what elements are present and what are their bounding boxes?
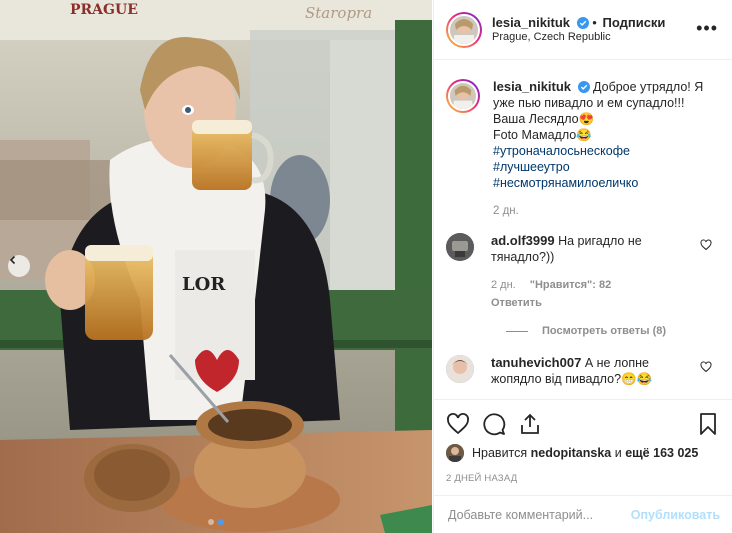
post-caption: lesia_nikituk Доброе утрядло! Я уже пью … bbox=[446, 61, 720, 219]
more-options-icon[interactable]: ••• bbox=[696, 19, 718, 37]
share-button[interactable] bbox=[518, 412, 542, 436]
comment-time[interactable]: 2 дн. bbox=[491, 277, 516, 293]
publish-button[interactable]: Опубликовать bbox=[631, 508, 720, 522]
carousel-prev-button[interactable] bbox=[8, 255, 30, 277]
hashtag-link[interactable]: #утроначалосьнескофе bbox=[493, 143, 708, 159]
post-photo[interactable]: LOR PRAGUE Staropra bbox=[0, 0, 432, 533]
post-timestamp[interactable]: 2 ДНЕЙ НАЗАД bbox=[446, 473, 720, 484]
signage-staropramen: Staropra bbox=[305, 4, 372, 22]
carousel-dot bbox=[208, 519, 214, 525]
comment-like-heart-icon[interactable] bbox=[700, 361, 712, 373]
likes-conjunction: и bbox=[614, 446, 622, 460]
caption-photo-credit: Foto Мамадло😂 bbox=[493, 128, 592, 142]
view-replies-label: Посмотреть ответы (8) bbox=[542, 325, 667, 337]
post-sidebar: lesia_nikituk • Подписки Prague, Czech R… bbox=[433, 0, 732, 533]
replies-divider-line bbox=[506, 330, 528, 332]
header-separator: • bbox=[592, 14, 597, 30]
hashtag-link[interactable]: #несмотрянамилоеличко bbox=[493, 175, 708, 191]
caption-username[interactable]: lesia_nikituk bbox=[493, 79, 571, 94]
share-icon bbox=[521, 413, 539, 434]
likes-prefix: Нравится bbox=[472, 446, 528, 460]
post-actions: Нравится nedopitanska и ещё 163 025 2 ДН… bbox=[434, 399, 732, 484]
carousel-indicator bbox=[0, 519, 432, 525]
signage-prague: PRAGUE bbox=[70, 2, 138, 18]
comment-likes[interactable]: "Нравится": 82 bbox=[530, 277, 611, 293]
liker-avatar[interactable] bbox=[446, 444, 464, 462]
commenter-username[interactable]: ad.olf3999 bbox=[491, 233, 555, 248]
commenter-avatar[interactable] bbox=[446, 355, 474, 383]
following-button[interactable]: Подписки bbox=[602, 15, 665, 30]
bookmark-icon bbox=[700, 413, 716, 435]
carousel-dot-active bbox=[218, 519, 224, 525]
photo-illustration: LOR PRAGUE Staropra bbox=[0, 0, 432, 533]
add-comment-bar: Опубликовать bbox=[434, 495, 732, 533]
post-header: lesia_nikituk • Подписки Prague, Czech R… bbox=[434, 0, 732, 60]
comments-list[interactable]: lesia_nikituk Доброе утрядло! Я уже пью … bbox=[434, 61, 732, 399]
author-avatar[interactable] bbox=[446, 11, 482, 48]
hashtag-link[interactable]: #лучшееутро bbox=[493, 159, 708, 175]
likes-summary: Нравится nedopitanska и ещё 163 025 bbox=[446, 444, 720, 462]
like-button[interactable] bbox=[446, 412, 470, 436]
liker-username[interactable]: nedopitanska bbox=[531, 446, 612, 460]
verified-badge-icon bbox=[576, 16, 589, 29]
commenter-username[interactable]: tanuhevich007 bbox=[491, 355, 581, 370]
svg-text:LOR: LOR bbox=[182, 274, 226, 295]
commenter-avatar[interactable] bbox=[446, 233, 474, 261]
comment-icon bbox=[483, 413, 506, 436]
likes-count[interactable]: ещё 163 025 bbox=[625, 446, 698, 460]
caption-avatar[interactable] bbox=[446, 79, 480, 113]
comment-button[interactable] bbox=[482, 412, 506, 436]
verified-badge-icon bbox=[577, 81, 590, 93]
comment-item: ad.olf3999 На ригадло не тянадло?)) 2 дн… bbox=[446, 233, 720, 311]
comment-item: tanuhevich007 А не лопне жопядло від пив… bbox=[446, 355, 720, 387]
heart-icon bbox=[447, 413, 469, 435]
chevron-left-icon bbox=[9, 255, 16, 265]
view-replies-button[interactable]: Посмотреть ответы (8) bbox=[506, 325, 720, 337]
reply-button[interactable]: Ответить bbox=[491, 295, 542, 311]
comment-like-heart-icon[interactable] bbox=[700, 239, 712, 251]
author-username[interactable]: lesia_nikituk bbox=[492, 15, 570, 30]
comment-input[interactable] bbox=[448, 507, 631, 522]
post-location[interactable]: Prague, Czech Republic bbox=[492, 30, 665, 45]
save-button[interactable] bbox=[696, 412, 720, 436]
caption-time[interactable]: 2 дн. bbox=[493, 203, 708, 219]
